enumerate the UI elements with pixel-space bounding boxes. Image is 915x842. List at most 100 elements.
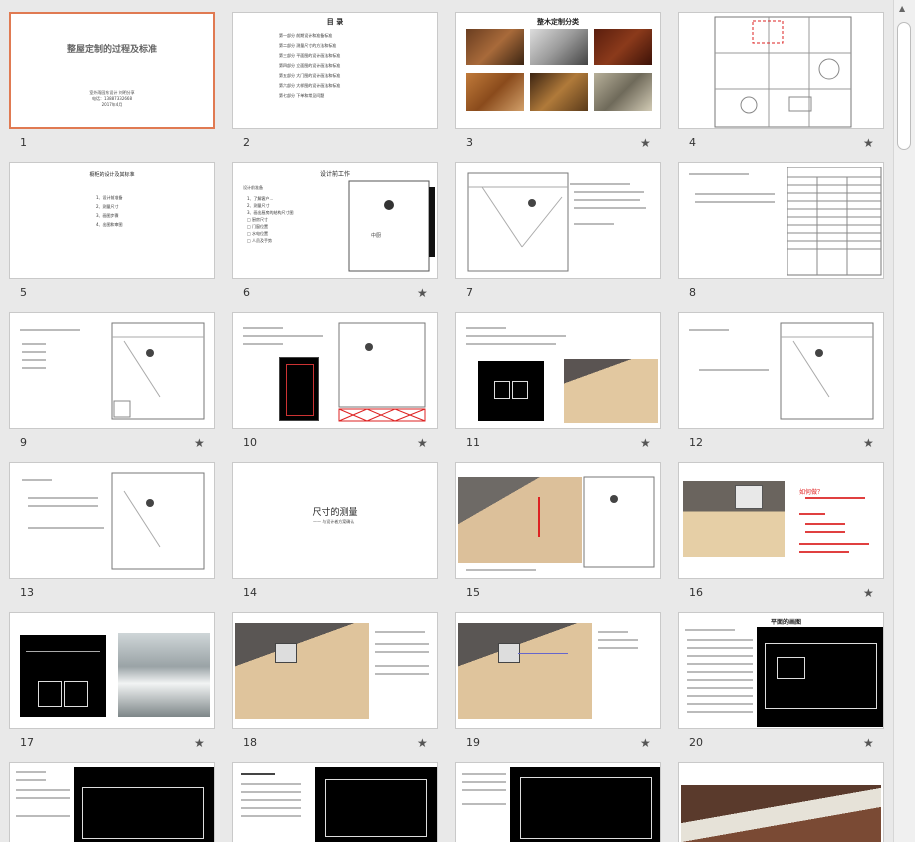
text-line: [28, 497, 98, 499]
slide-thumbnail-10[interactable]: [232, 312, 438, 429]
slide-thumbnail-11[interactable]: [455, 312, 661, 429]
slide-thumbnail-14[interactable]: 尺寸的测量 —— 与设计者方案确认: [232, 462, 438, 579]
text-line: [685, 629, 735, 631]
text-line: [462, 781, 506, 783]
kitchen-plan-drawing: [467, 172, 569, 272]
slide-number: 19: [466, 736, 480, 749]
text-line: [375, 643, 429, 645]
slide-thumbnail-6[interactable]: 设计前工作 设计前准备 1、了解客户... 2、测量尺寸 3、画出厨房的结构尺寸图 □…: [232, 162, 438, 279]
text-line: [22, 351, 46, 353]
slide-thumbnail-20[interactable]: 平面的画图: [678, 612, 884, 729]
slide-title: 整木定制分类: [537, 18, 579, 26]
panel-photo: [466, 73, 524, 111]
vertical-scrollbar[interactable]: ▲: [893, 0, 915, 842]
text-line: [28, 527, 104, 529]
door-photo: [594, 29, 652, 65]
text-line: [16, 815, 70, 817]
slide-thumbnail-17[interactable]: [9, 612, 215, 729]
slide-thumbnail-15[interactable]: [455, 462, 661, 579]
star-icon[interactable]: ★: [194, 436, 205, 450]
slide-number: 20: [689, 736, 703, 749]
slide-thumbnail-4[interactable]: [678, 12, 884, 129]
text-line: [570, 183, 630, 185]
text-line: [574, 191, 644, 193]
text-line: [16, 797, 70, 799]
slide-thumbnail-3[interactable]: 整木定制分类: [455, 12, 661, 129]
list-item: 2、测量尺寸: [247, 203, 270, 208]
slide-thumbnail-12[interactable]: [678, 312, 884, 429]
slide-number: 14: [243, 586, 257, 599]
slide-thumbnail-13[interactable]: [9, 462, 215, 579]
star-icon[interactable]: ★: [640, 136, 651, 150]
star-icon[interactable]: ★: [863, 136, 874, 150]
slide-thumbnail-23[interactable]: [455, 762, 661, 842]
slide-thumbnail-22[interactable]: [232, 762, 438, 842]
star-icon[interactable]: ★: [640, 736, 651, 750]
text-line: [22, 359, 46, 361]
scrollbar-thumb[interactable]: [897, 22, 911, 150]
slide-thumbnail-16[interactable]: 如何做？: [678, 462, 884, 579]
slide-title: 整屋定制的过程及标准: [66, 45, 157, 55]
text-line: [241, 773, 275, 775]
kitchen-3d-render: [458, 623, 592, 719]
list-item: 1、设计前准备: [96, 195, 123, 200]
star-icon[interactable]: ★: [417, 736, 428, 750]
kitchen-plan-drawing: [780, 322, 874, 420]
slide-thumbnail-18[interactable]: [232, 612, 438, 729]
list-item: 第七部分 下单和常见问题: [279, 93, 325, 98]
star-icon[interactable]: ★: [863, 586, 874, 600]
slide-thumbnail-21[interactable]: [9, 762, 215, 842]
slide-title: 尺寸的测量: [312, 508, 358, 518]
slide-thumbnail-24[interactable]: [678, 762, 884, 842]
slide-number: 6: [243, 286, 250, 299]
text-line: [241, 791, 301, 793]
wardrobe-photo: [466, 29, 524, 65]
text-line: [241, 815, 301, 817]
star-icon[interactable]: ★: [417, 436, 428, 450]
slide-thumbnail-9[interactable]: [9, 312, 215, 429]
slide-number: 12: [689, 436, 703, 449]
text-line: [241, 799, 301, 801]
text-line: [241, 807, 301, 809]
star-icon[interactable]: ★: [640, 436, 651, 450]
slide-thumbnail-7[interactable]: [455, 162, 661, 279]
slide-title: 目 录: [326, 18, 344, 26]
list-item: □ 门窗位置: [247, 224, 269, 229]
kitchen-3d-render: [564, 359, 658, 423]
slide-number: 11: [466, 436, 480, 449]
list-item: 1、了解客户...: [247, 196, 274, 201]
bullet-list: 1、了解客户... 2、测量尺寸 3、画出厨房的结构尺寸图 □ 厨房尺寸 □ 门窗位置 □…: [247, 195, 294, 244]
slide-thumbnail-5[interactable]: 橱柜的设计及其标准 1、设计前准备 2、测量尺寸 3、画图步骤 4、出图和审图: [9, 162, 215, 279]
slide-number: 16: [689, 586, 703, 599]
star-icon[interactable]: ★: [863, 736, 874, 750]
slide-subtitle: —— 与设计者方案确认: [313, 519, 355, 524]
text-line: [695, 193, 775, 195]
star-icon[interactable]: ★: [194, 736, 205, 750]
text-line: [462, 803, 506, 805]
text-line: [28, 505, 98, 507]
text-line: [699, 369, 769, 371]
slide-thumbnail-8[interactable]: [678, 162, 884, 279]
slide-thumbnail-2[interactable]: 目 录 第一部分 前期设计和准备标准 第二部分 测量尺寸的方法和标准 第三部分 平面…: [232, 12, 438, 129]
slide-intro: 设计前准备: [243, 185, 263, 190]
slide-thumbnail-1[interactable]: 整屋定制的过程及标准 室外雨园东设计 刘明分享 电话：13887332668 2…: [9, 12, 215, 129]
text-line: [687, 703, 753, 705]
svg-text:中厨: 中厨: [371, 232, 381, 239]
text-line: [598, 647, 638, 649]
list-item: 第二部分 测量尺寸的方法和标准: [279, 43, 337, 48]
kitchen-3d-render: [458, 477, 582, 563]
text-line: [799, 543, 869, 545]
text-line: [16, 789, 70, 791]
order-form-table: [787, 167, 882, 276]
text-line: [598, 631, 628, 633]
list-item: 第五部分 大门图的设计画法和标准: [279, 73, 341, 78]
star-icon[interactable]: ★: [863, 436, 874, 450]
cad-plan-drawing: [510, 767, 660, 842]
chevron-up-icon[interactable]: ▲: [899, 4, 905, 13]
text-line: [689, 329, 729, 331]
star-icon[interactable]: ★: [417, 286, 428, 300]
text-line: [598, 639, 638, 641]
slide-thumbnail-19[interactable]: [455, 612, 661, 729]
slide-number: 10: [243, 436, 257, 449]
kitchen-plan-drawing: 中厨: [348, 180, 435, 272]
